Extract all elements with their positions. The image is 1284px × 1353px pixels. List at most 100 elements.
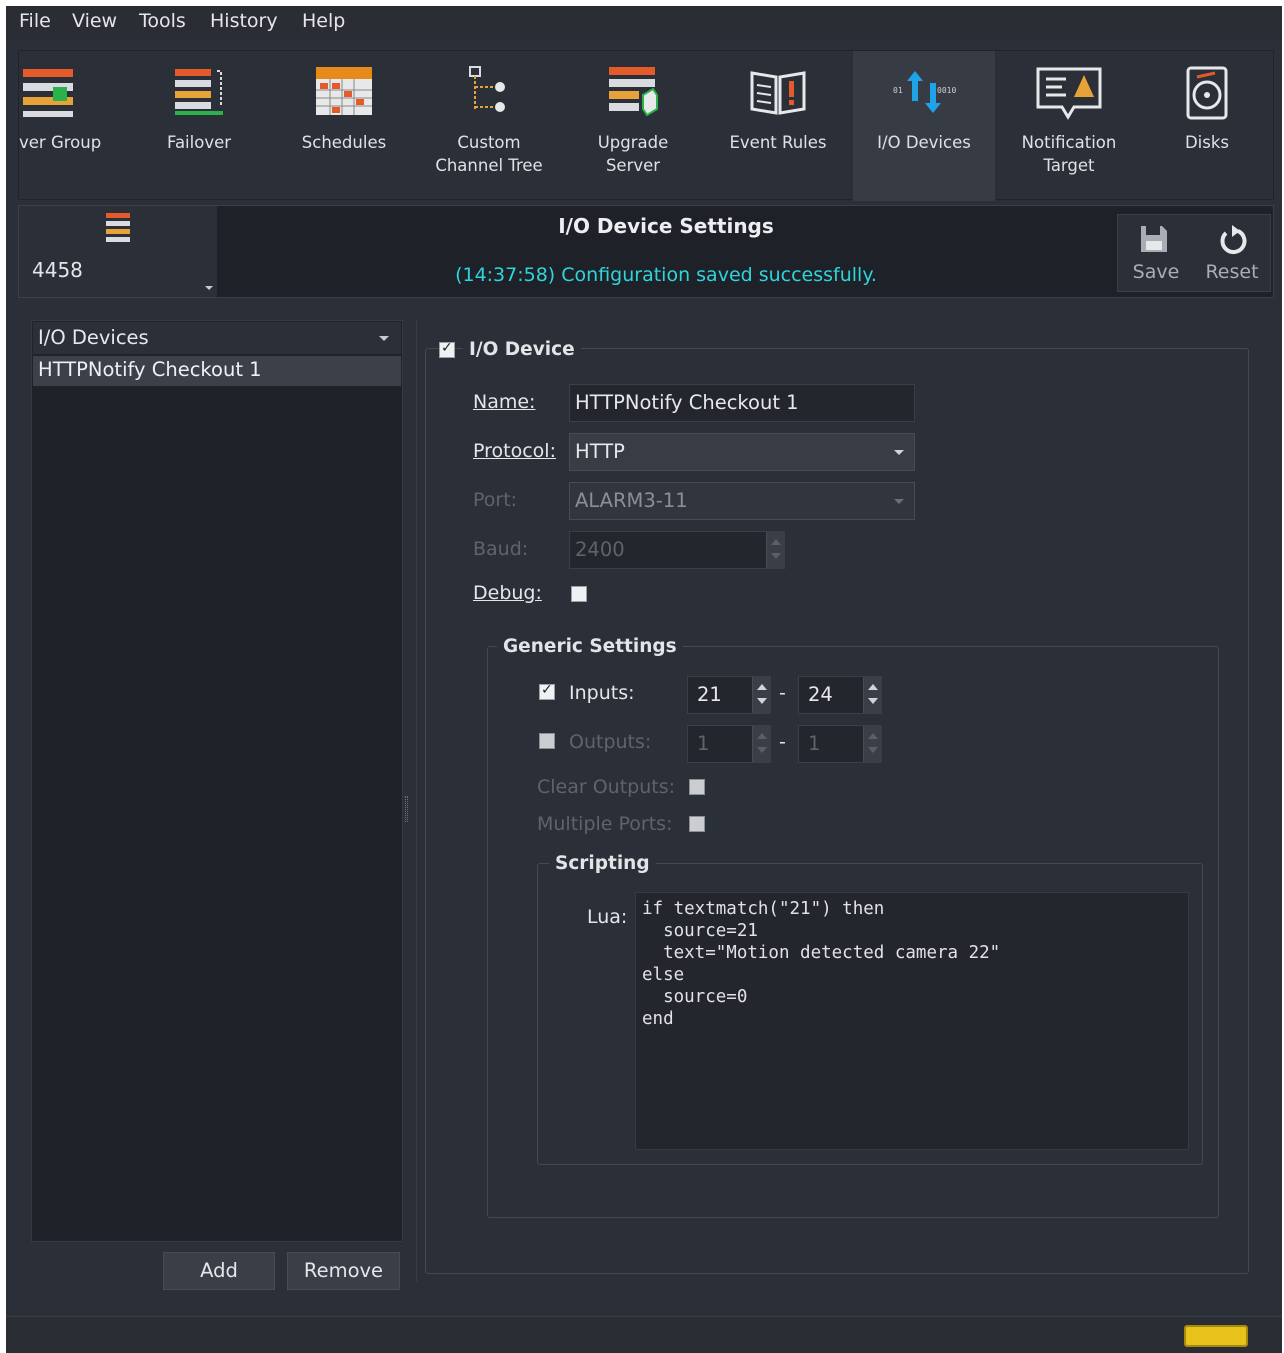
server-id: 4458 xyxy=(32,258,83,282)
outputs-from-spinbox[interactable]: 1 xyxy=(687,725,771,763)
save-label: Save xyxy=(1132,261,1180,283)
svg-text:0010: 0010 xyxy=(937,86,956,95)
outputs-label: Outputs: xyxy=(569,731,652,753)
list-item-label: HTTPNotify Checkout 1 xyxy=(38,358,262,381)
tool-label: Disks xyxy=(1184,133,1230,152)
multiple-ports-label: Multiple Ports: xyxy=(537,813,673,835)
tool-label: Custom Channel Tree xyxy=(435,133,543,175)
device-type-value: I/O Devices xyxy=(38,326,149,349)
inputs-checkbox[interactable] xyxy=(539,682,555,700)
tool-server-group[interactable]: ver Group xyxy=(19,51,111,201)
baud-spinbox[interactable]: 2400 xyxy=(569,531,785,569)
chevron-down-icon xyxy=(205,286,213,290)
outputs-checkbox[interactable] xyxy=(539,733,555,749)
name-value: HTTPNotify Checkout 1 xyxy=(575,391,799,414)
channel-tree-icon xyxy=(469,66,505,112)
io-device-group-title: I/O Device xyxy=(463,339,581,360)
disks-icon xyxy=(1186,66,1228,120)
chevron-down-icon xyxy=(379,336,389,341)
spin-down-icon xyxy=(757,698,767,704)
list-item[interactable]: HTTPNotify Checkout 1 xyxy=(33,356,401,386)
io-device-enabled-checkbox[interactable] xyxy=(439,340,455,358)
device-settings-panel: I/O Device Name: HTTPNotify Checkout 1 P… xyxy=(416,320,1264,1282)
header-actions: Save Reset xyxy=(1117,214,1271,292)
tool-failover[interactable]: Failover xyxy=(147,51,251,201)
save-button[interactable]: Save xyxy=(1118,215,1194,291)
settings-header: 4458 I/O Device Settings (14:37:58) Conf… xyxy=(18,205,1274,298)
debug-label: Debug: xyxy=(473,582,542,604)
multiple-ports-checkbox[interactable] xyxy=(689,816,705,832)
add-button[interactable]: Add xyxy=(163,1252,275,1290)
server-selector[interactable]: 4458 xyxy=(19,206,217,297)
reset-button[interactable]: Reset xyxy=(1194,215,1270,291)
generic-settings-title: Generic Settings xyxy=(497,636,683,657)
tool-label: I/O Devices xyxy=(877,133,971,152)
tool-upgrade-server[interactable]: Upgrade Server xyxy=(575,51,691,201)
spin-up-icon xyxy=(868,684,878,690)
inputs-from-spinbox[interactable]: 21 xyxy=(687,676,771,714)
tool-label: Notification Target xyxy=(1021,133,1117,175)
name-label: Name: xyxy=(473,391,536,413)
port-label: Port: xyxy=(473,489,518,511)
spin-up-icon xyxy=(757,733,767,739)
event-rules-icon xyxy=(750,71,806,115)
tool-label: Event Rules xyxy=(729,133,827,152)
tool-schedules[interactable]: Schedules xyxy=(289,51,399,201)
spin-up-icon xyxy=(771,539,781,545)
outputs-to-value: 1 xyxy=(808,732,821,755)
status-message: (14:37:58) Configuration saved successfu… xyxy=(455,264,877,286)
tool-disks[interactable]: Disks xyxy=(1157,51,1257,201)
failover-icon xyxy=(175,69,223,115)
clear-outputs-checkbox[interactable] xyxy=(689,779,705,795)
tool-notification-target[interactable]: Notification Target xyxy=(1007,51,1131,201)
spin-buttons[interactable] xyxy=(766,532,784,568)
device-type-select[interactable]: I/O Devices xyxy=(33,322,401,354)
protocol-label: Protocol: xyxy=(473,440,556,462)
inputs-from-value: 21 xyxy=(697,683,722,706)
device-list-panel: I/O Devices HTTPNotify Checkout 1 xyxy=(31,320,403,1242)
reset-label: Reset xyxy=(1205,261,1259,283)
spin-buttons[interactable] xyxy=(863,726,881,762)
range-dash: - xyxy=(779,682,786,704)
lua-label: Lua: xyxy=(587,906,628,928)
baud-label: Baud: xyxy=(473,538,529,560)
status-indicator xyxy=(1184,1325,1248,1347)
tool-label: ver Group xyxy=(19,133,102,152)
tool-custom-channel-tree[interactable]: Custom Channel Tree xyxy=(427,51,551,201)
inputs-label: Inputs: xyxy=(569,682,635,704)
tool-label: Failover xyxy=(166,133,232,152)
lua-script-editor[interactable]: if textmatch("21") then source=21 text="… xyxy=(635,892,1189,1150)
inputs-to-spinbox[interactable]: 24 xyxy=(798,676,882,714)
remove-button[interactable]: Remove xyxy=(287,1252,400,1290)
menu-help[interactable]: Help xyxy=(302,10,345,32)
menu-file[interactable]: File xyxy=(19,10,51,32)
menu-bar: File View Tools History Help xyxy=(6,6,1282,40)
debug-checkbox[interactable] xyxy=(571,586,587,602)
outputs-to-spinbox[interactable]: 1 xyxy=(798,725,882,763)
spin-buttons[interactable] xyxy=(863,677,881,713)
port-select[interactable]: ALARM3-11 xyxy=(569,482,915,520)
server-icon xyxy=(106,213,130,242)
tool-io-devices[interactable]: 01 0010 I/O Devices xyxy=(853,51,995,201)
menu-history[interactable]: History xyxy=(210,10,278,32)
page-title: I/O Device Settings xyxy=(558,214,774,238)
spin-buttons[interactable] xyxy=(752,726,770,762)
chevron-down-icon xyxy=(894,450,904,455)
spin-down-icon xyxy=(771,553,781,559)
splitter-handle[interactable] xyxy=(405,796,408,822)
protocol-select[interactable]: HTTP xyxy=(569,433,915,471)
toolbar: ver Group Failover Schedules Custom Chan… xyxy=(18,50,1274,201)
inputs-to-value: 24 xyxy=(808,683,833,706)
menu-tools[interactable]: Tools xyxy=(139,10,186,32)
scripting-title: Scripting xyxy=(549,853,656,874)
main-window: File View Tools History Help ver Group F… xyxy=(6,6,1282,1353)
menu-view[interactable]: View xyxy=(72,10,117,32)
outputs-from-value: 1 xyxy=(697,732,710,755)
spin-up-icon xyxy=(757,684,767,690)
tool-label: Schedules xyxy=(301,133,387,152)
notification-target-icon xyxy=(1036,67,1102,120)
name-input[interactable]: HTTPNotify Checkout 1 xyxy=(569,384,915,422)
svg-text:01: 01 xyxy=(893,86,903,95)
spin-buttons[interactable] xyxy=(752,677,770,713)
tool-event-rules[interactable]: Event Rules xyxy=(719,51,837,201)
